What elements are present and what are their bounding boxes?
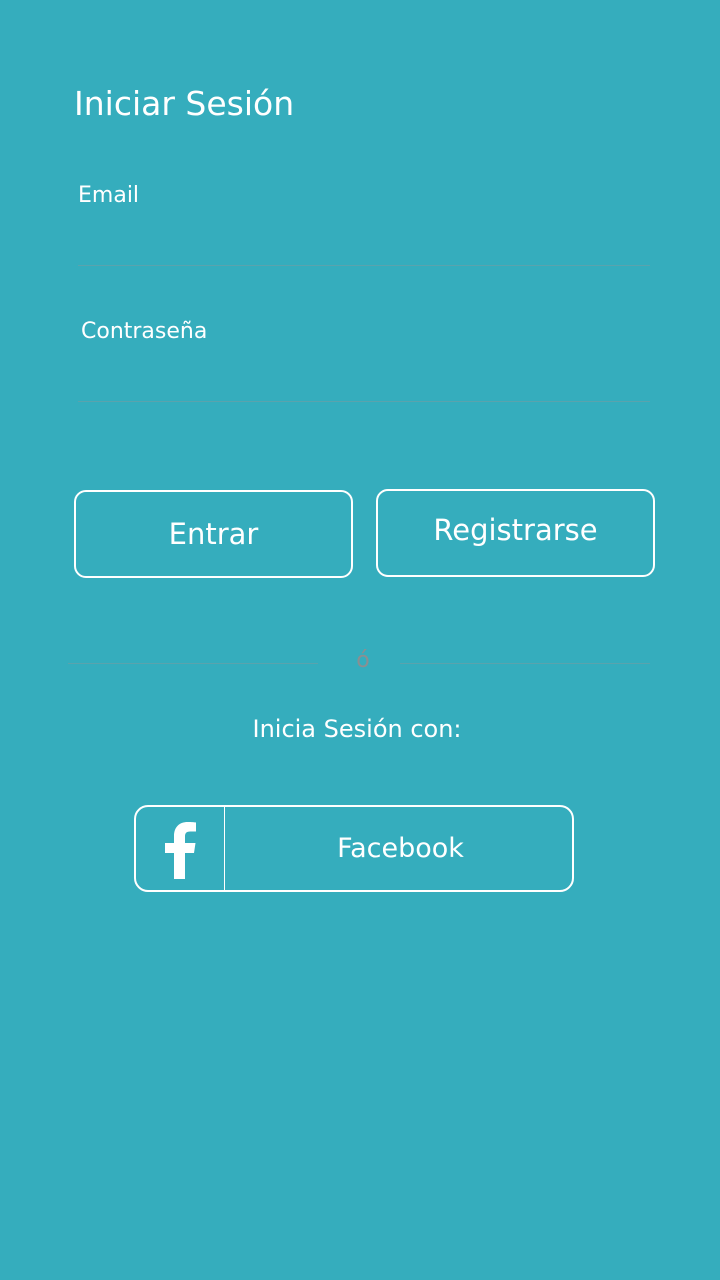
page-title: Iniciar Sesión [74, 84, 295, 123]
divider-right [400, 663, 650, 664]
password-field[interactable] [78, 361, 650, 402]
facebook-button-label: Facebook [337, 833, 464, 864]
facebook-icon [165, 821, 196, 879]
email-field[interactable] [78, 225, 650, 266]
password-label: Contraseña [81, 319, 208, 344]
social-login-caption: Inicia Sesión con: [252, 715, 462, 743]
facebook-icon-cell [136, 807, 225, 890]
facebook-login-button[interactable]: Facebook [134, 805, 574, 892]
email-label: Email [78, 183, 140, 208]
divider-text: ó [356, 648, 370, 673]
register-button[interactable]: Registrarse [376, 489, 655, 577]
divider-left [68, 663, 318, 664]
enter-button[interactable]: Entrar [74, 490, 353, 578]
